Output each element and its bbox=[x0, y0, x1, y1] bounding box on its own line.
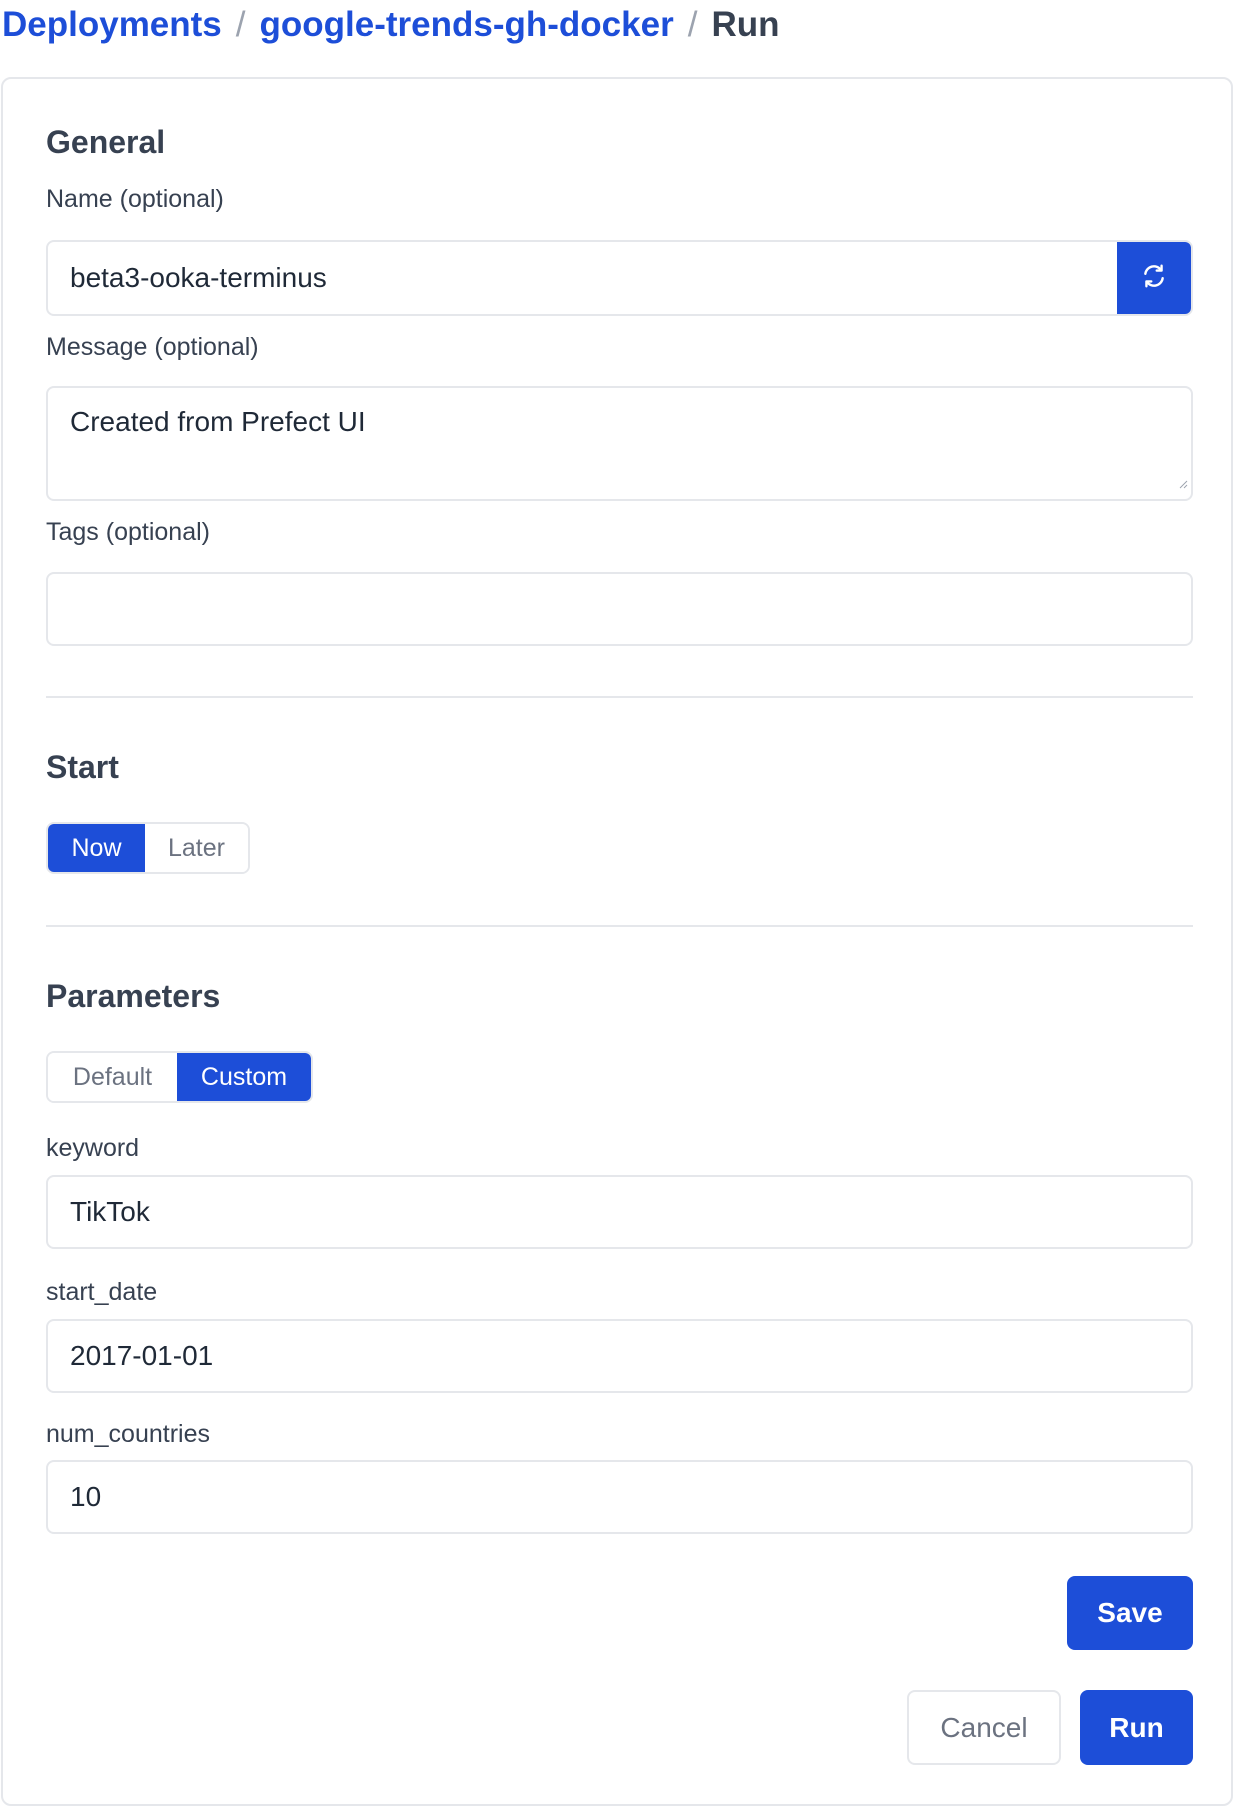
parameters-default-option[interactable]: Default bbox=[48, 1053, 177, 1101]
start-section-title: Start bbox=[46, 749, 119, 785]
keyword-input[interactable]: TikTok bbox=[46, 1175, 1193, 1249]
breadcrumb-separator: / bbox=[235, 5, 246, 44]
general-section-title: General bbox=[46, 124, 166, 160]
parameters-section-title: Parameters bbox=[46, 978, 221, 1014]
name-field: beta3-ooka-terminus bbox=[46, 240, 1193, 316]
num-countries-label: num_countries bbox=[46, 1420, 210, 1448]
breadcrumb: Deployments / google-trends-gh-docker / … bbox=[2, 0, 779, 50]
start-date-input[interactable]: 2017-01-01 bbox=[46, 1319, 1193, 1393]
message-textarea[interactable]: Created from Prefect UI bbox=[46, 386, 1193, 501]
resize-grip-icon[interactable] bbox=[1178, 464, 1188, 496]
breadcrumb-deployment-link[interactable]: google-trends-gh-docker bbox=[260, 5, 674, 45]
run-button[interactable]: Run bbox=[1080, 1690, 1193, 1765]
message-value: Created from Prefect UI bbox=[70, 406, 366, 437]
start-toggle: Now Later bbox=[46, 822, 250, 874]
name-label: Name (optional) bbox=[46, 185, 224, 213]
cancel-button[interactable]: Cancel bbox=[907, 1690, 1061, 1765]
section-divider bbox=[46, 925, 1193, 927]
message-label: Message (optional) bbox=[46, 333, 259, 361]
name-input[interactable]: beta3-ooka-terminus bbox=[48, 242, 1117, 314]
start-later-option[interactable]: Later bbox=[145, 824, 248, 872]
refresh-icon bbox=[1141, 263, 1167, 294]
breadcrumb-current: Run bbox=[711, 5, 780, 44]
parameters-toggle: Default Custom bbox=[46, 1051, 313, 1103]
tags-label: Tags (optional) bbox=[46, 518, 210, 546]
keyword-label: keyword bbox=[46, 1134, 140, 1162]
start-now-option[interactable]: Now bbox=[48, 824, 145, 872]
breadcrumb-separator: / bbox=[687, 5, 698, 44]
tags-input[interactable] bbox=[46, 572, 1193, 646]
parameters-custom-option[interactable]: Custom bbox=[177, 1053, 311, 1101]
run-form-card: General Name (optional) beta3-ooka-termi… bbox=[1, 77, 1233, 1806]
num-countries-input[interactable]: 10 bbox=[46, 1460, 1193, 1534]
start-date-label: start_date bbox=[46, 1278, 158, 1306]
save-button[interactable]: Save bbox=[1067, 1576, 1193, 1650]
breadcrumb-deployments-link[interactable]: Deployments bbox=[2, 5, 222, 45]
section-divider bbox=[46, 696, 1193, 698]
regenerate-name-button[interactable] bbox=[1117, 242, 1191, 314]
